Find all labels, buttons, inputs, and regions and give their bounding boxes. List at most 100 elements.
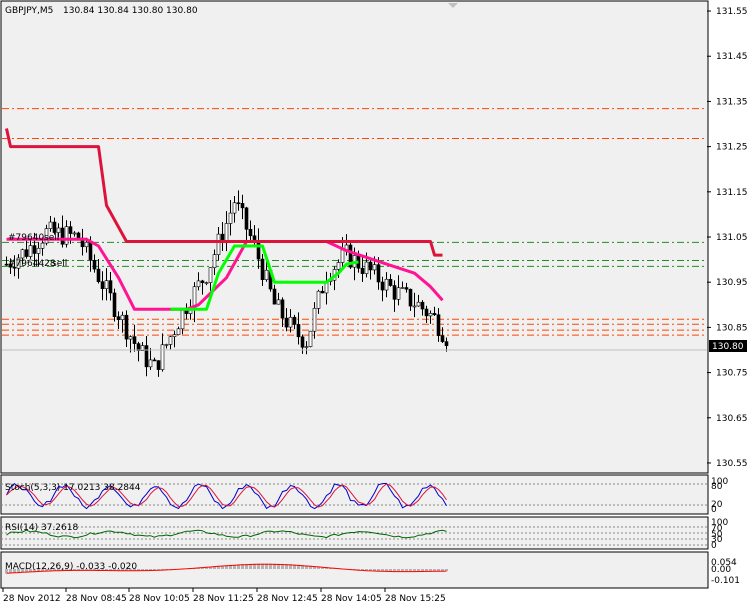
main-panel <box>0 0 709 474</box>
candle-body <box>256 240 261 260</box>
candle-body <box>180 309 185 330</box>
candle-body <box>176 328 181 335</box>
candle-body <box>148 359 153 368</box>
candle-body <box>52 221 57 233</box>
candle-body <box>368 261 373 271</box>
price-tick-label-5: 131.05 <box>716 233 748 243</box>
candle-body <box>336 262 341 270</box>
candle-body <box>432 313 437 316</box>
candle-body <box>112 292 117 317</box>
macd-level-label-zero: 0.00 <box>711 565 731 575</box>
candle-body <box>240 203 245 209</box>
price-tick-label-4: 131.15 <box>716 188 748 198</box>
price-tick-label-6: 130.95 <box>716 278 748 288</box>
candle-body <box>376 264 381 283</box>
candle-body <box>76 232 81 239</box>
current-price-label: 130.80 <box>712 342 744 352</box>
candle-body <box>276 299 281 305</box>
candle-body <box>124 314 129 340</box>
candle-body <box>120 314 125 320</box>
candle-body <box>156 360 161 370</box>
candle-body <box>204 282 209 284</box>
candle-body <box>96 268 101 282</box>
price-tick-label-0: 131.55 <box>716 7 748 17</box>
chart-canvas: 131.55 131.45 131.35 131.25 131.15 131.05 130.… <box>0 0 750 605</box>
candle-body <box>320 290 325 294</box>
candle-body <box>288 316 293 328</box>
price-tick-label-10: 130.55 <box>716 459 748 469</box>
candle-body <box>296 324 301 338</box>
time-tick-label-5: 28 Nov 14:05 <box>321 594 382 604</box>
candle-body <box>380 281 385 291</box>
candle-body <box>56 227 61 233</box>
candle-body <box>172 334 177 337</box>
candle-body <box>164 344 169 346</box>
candle-body <box>152 359 157 362</box>
time-tick-label-1: 28 Nov 08:45 <box>66 594 127 604</box>
rsi-label: RSI(14) 37.2618 <box>5 523 78 533</box>
candle-body <box>212 254 217 268</box>
candle-body <box>28 245 33 257</box>
candle-body <box>228 212 233 224</box>
candle-body <box>412 305 417 308</box>
price-tick-label-1: 131.45 <box>716 52 748 62</box>
stoch-level-label-80: 80 <box>711 482 723 492</box>
candle-body <box>396 287 401 300</box>
time-tick-label-3: 28 Nov 11:25 <box>193 594 254 604</box>
candle-body <box>280 299 285 319</box>
candle-body <box>144 345 149 368</box>
time-tick-label-6: 28 Nov 15:25 <box>385 594 446 604</box>
candle-body <box>264 269 269 280</box>
candle-body <box>408 288 413 307</box>
candle-body <box>60 227 65 245</box>
candle-body <box>308 330 313 347</box>
time-tick-label-2: 28 Nov 10:05 <box>129 594 190 604</box>
candle-body <box>48 221 53 229</box>
candle-body <box>128 336 133 340</box>
candle-body <box>304 346 309 348</box>
price-tick-label-3: 131.25 <box>716 143 748 153</box>
candle-body <box>428 313 433 317</box>
candle-body <box>384 278 389 291</box>
candle-body <box>392 285 397 300</box>
chart-ohlc: 130.84 130.84 130.80 130.80 <box>63 6 198 16</box>
stoch-label: Stoch(5,3,3) 17.0213 38.2844 <box>5 483 141 493</box>
candle-body <box>168 336 173 345</box>
candle-body <box>216 233 221 255</box>
candle-body <box>292 316 297 325</box>
order-ticket-b-type: sell <box>52 259 67 269</box>
price-tick-label-2: 131.35 <box>716 97 748 107</box>
candle-body <box>64 226 69 245</box>
candle-body <box>340 249 345 263</box>
rsi-level-label-0: 0 <box>711 541 717 551</box>
candle-body <box>272 288 277 305</box>
candle-body <box>400 287 405 289</box>
candle-body <box>248 229 253 237</box>
candle-body <box>116 316 121 320</box>
price-tick-label-9: 130.65 <box>716 414 748 424</box>
candle-body <box>84 241 89 248</box>
candle-body <box>260 258 265 280</box>
candle-body <box>424 308 429 317</box>
candle-body <box>32 245 37 254</box>
candle-body <box>436 314 441 336</box>
candle-body <box>284 317 289 328</box>
candle-body <box>416 301 421 307</box>
candle-body <box>20 249 25 259</box>
candle-body <box>244 207 249 230</box>
candle-body <box>200 280 205 283</box>
candle-body <box>312 308 317 332</box>
candle-body <box>300 336 305 348</box>
macd-level-label-bottom: -0.101 <box>711 576 740 586</box>
price-tick-label-8: 130.75 <box>716 369 748 379</box>
candle-body <box>232 202 237 214</box>
candle-body <box>36 247 41 254</box>
candle-body <box>92 260 97 270</box>
candle-body <box>440 335 445 342</box>
macd-label: MACD(12,26,9) -0.033 -0.020 <box>5 562 137 572</box>
candle-body <box>444 341 449 347</box>
candle-body <box>316 290 321 309</box>
candle-body <box>252 235 257 241</box>
candle-body <box>208 267 213 283</box>
candle-body <box>108 280 113 294</box>
